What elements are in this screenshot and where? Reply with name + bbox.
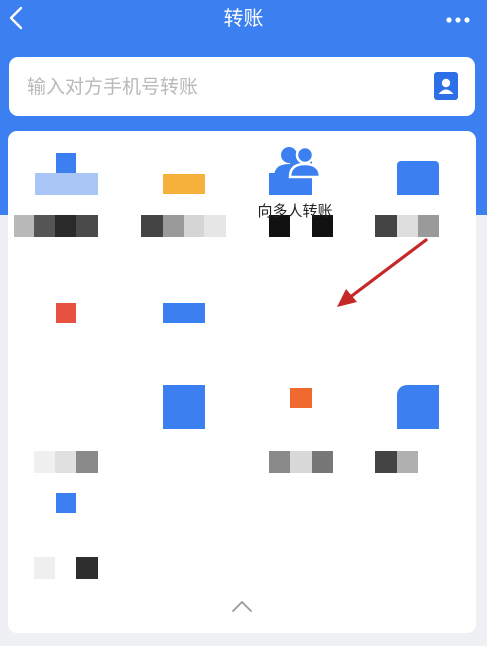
- more-dots-icon: [446, 17, 470, 23]
- multi-transfer-button[interactable]: 向多人转账: [240, 145, 350, 225]
- blurred-label-block: [34, 215, 55, 237]
- blurred-icon-block: [163, 174, 205, 194]
- people-group-icon: [274, 145, 322, 179]
- page-title: 转账: [223, 6, 264, 30]
- blurred-label-block: [76, 557, 98, 579]
- page-edge: [476, 215, 487, 646]
- blurred-label-block: [76, 215, 98, 237]
- blurred-label-block: [55, 451, 76, 473]
- blurred-icon-block: [56, 493, 76, 513]
- chevron-up-icon: [232, 601, 252, 612]
- blurred-label-block: [312, 451, 333, 473]
- phone-number-input[interactable]: [27, 69, 427, 104]
- blurred-label-block: [375, 215, 397, 237]
- blurred-label-block: [418, 215, 439, 237]
- blurred-label-block: [290, 451, 312, 473]
- blurred-icon-block: [56, 303, 76, 323]
- contacts-button[interactable]: [434, 72, 458, 100]
- more-button[interactable]: [445, 6, 471, 30]
- blurred-icon-block: [35, 173, 98, 195]
- blurred-label-block: [269, 451, 290, 473]
- app-header: 转账: [0, 0, 487, 38]
- blurred-label-block: [397, 451, 418, 473]
- blurred-icon-block: [163, 385, 205, 429]
- blurred-label-block: [204, 215, 226, 237]
- blurred-icon-block: [397, 385, 439, 429]
- blurred-label-block: [55, 215, 76, 237]
- multi-transfer-label: 向多人转账: [257, 202, 333, 220]
- blurred-label-block: [375, 451, 397, 473]
- blurred-icon-block: [163, 303, 205, 323]
- blurred-label-block: [141, 215, 163, 237]
- collapse-button[interactable]: [230, 598, 254, 614]
- blurred-label-block: [397, 215, 418, 237]
- blurred-label-block: [14, 215, 34, 237]
- phone-search-bar: [9, 57, 475, 116]
- blurred-icon-block: [290, 388, 312, 408]
- blurred-label-block: [184, 215, 204, 237]
- blurred-label-block: [76, 451, 98, 473]
- blurred-label-block: [34, 451, 55, 473]
- blurred-label-block: [34, 557, 55, 579]
- blurred-label-block: [163, 215, 184, 237]
- contact-book-icon: [434, 72, 458, 100]
- blurred-icon-block: [397, 161, 439, 195]
- blurred-icon-block: [56, 153, 76, 173]
